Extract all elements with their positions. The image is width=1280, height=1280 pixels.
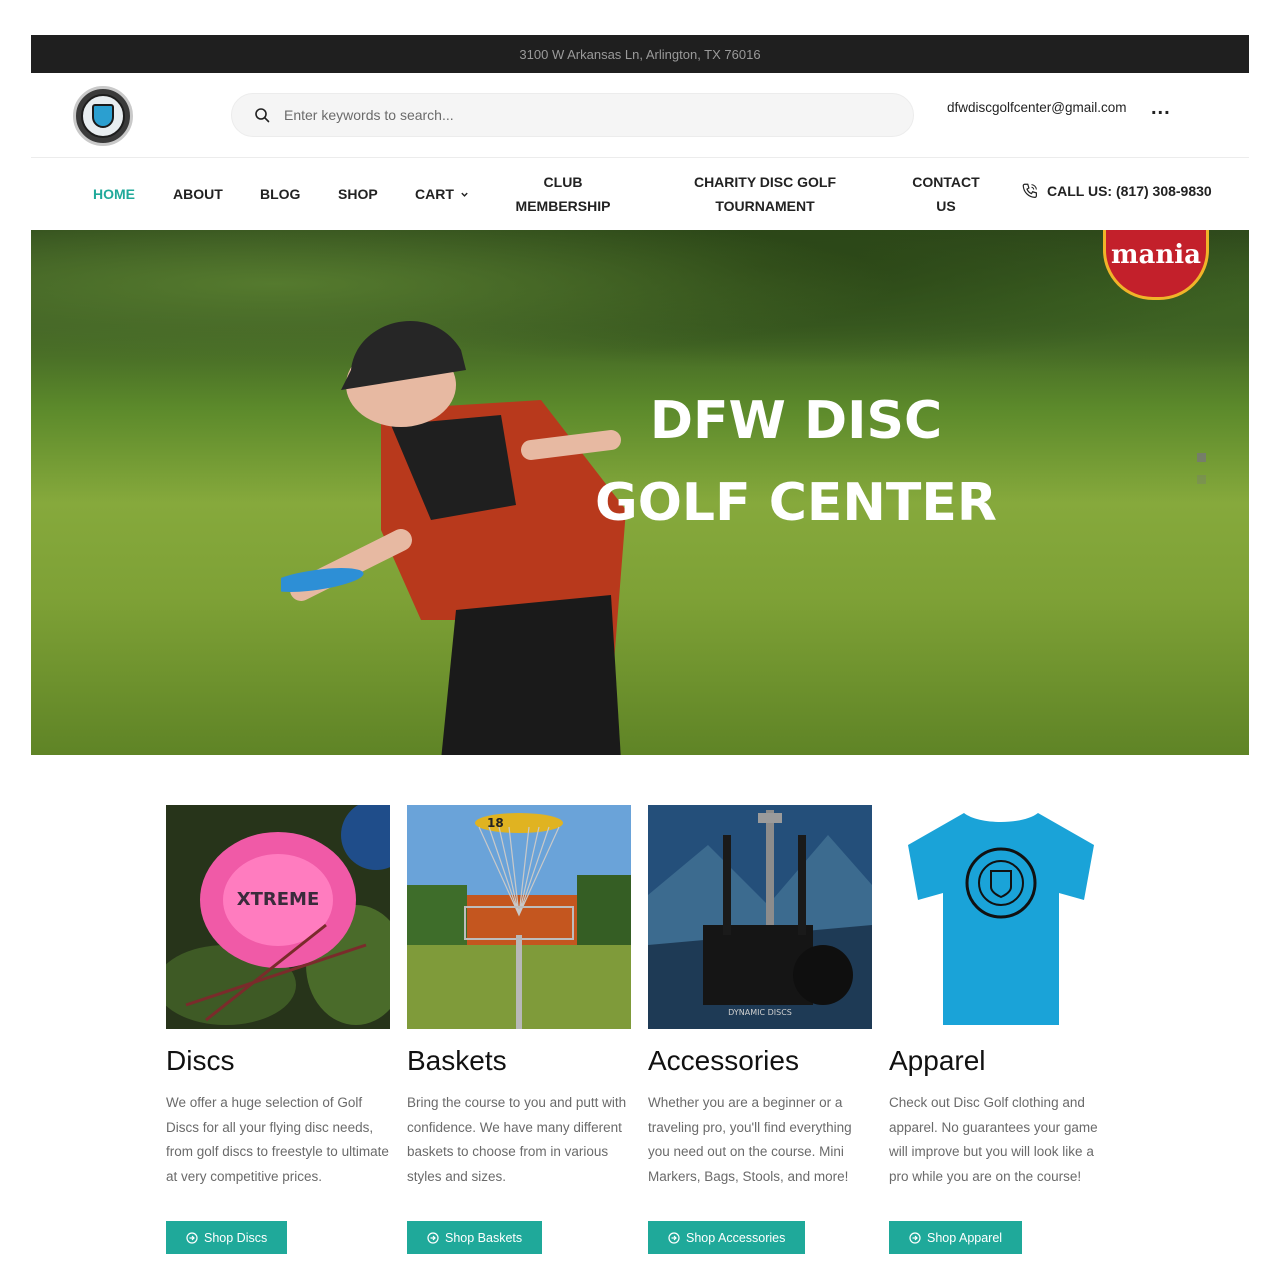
nav-item-shop[interactable]: SHOP — [338, 182, 378, 206]
category-card-baskets: 18 Baskets Bring the course to you and p… — [407, 805, 631, 1254]
hero-title-line-1: DFW DISC — [649, 391, 943, 451]
category-card-apparel: Apparel Check out Disc Golf clothing and… — [889, 805, 1113, 1254]
nav-item-cart-label: CART — [415, 186, 454, 202]
nav-item-home[interactable]: HOME — [93, 182, 135, 206]
shop-accessories-button[interactable]: Shop Accessories — [648, 1221, 806, 1254]
category-card-discs: XTREME Discs We offer a huge selection o… — [166, 805, 390, 1254]
slider-dot-1[interactable] — [1197, 453, 1206, 462]
basket-icon: 18 — [407, 805, 631, 1029]
slider-dot-2[interactable] — [1197, 475, 1206, 484]
badge-text: mania — [1111, 240, 1201, 270]
shop-discs-label: Shop Discs — [204, 1230, 268, 1245]
cart-brand-text: DYNAMIC DISCS — [728, 1008, 792, 1017]
shop-baskets-button[interactable]: Shop Baskets — [407, 1221, 543, 1254]
nav-item-about[interactable]: ABOUT — [173, 182, 223, 206]
phone-icon — [1022, 183, 1037, 198]
hero-title: DFW DISC GOLF CENTER — [591, 380, 1001, 544]
disc-golfer-photo — [281, 321, 626, 755]
apparel-image[interactable] — [889, 805, 1113, 1029]
discs-image[interactable]: XTREME — [166, 805, 390, 1029]
discs-title: Discs — [166, 1045, 235, 1076]
site-header: dfwdiscgolfcenter@gmail.com ... — [31, 73, 1249, 158]
shop-baskets-label: Shop Baskets — [445, 1230, 523, 1245]
hero-slider[interactable]: mania DFW DISC GOLF CENTER — [31, 230, 1249, 755]
nav-item-blog[interactable]: BLOG — [260, 182, 300, 206]
chevron-down-icon — [461, 192, 468, 197]
accessories-title: Accessories — [648, 1045, 799, 1076]
slider-dots — [1197, 453, 1206, 497]
discs-description: We offer a huge selection of Golf Discs … — [166, 1095, 389, 1184]
apparel-description: Check out Disc Golf clothing and apparel… — [889, 1095, 1098, 1184]
shop-accessories-label: Shop Accessories — [686, 1230, 786, 1245]
address-text: 3100 W Arkansas Ln, Arlington, TX 76016 — [519, 46, 761, 62]
logo-ring — [81, 94, 125, 138]
hero-title-line-2: GOLF CENTER — [595, 473, 997, 533]
shop-apparel-button[interactable]: Shop Apparel — [889, 1221, 1023, 1254]
disc-cart-icon: DYNAMIC DISCS — [648, 805, 872, 1029]
baskets-title: Baskets — [407, 1045, 507, 1076]
more-menu-button[interactable]: ... — [1151, 98, 1171, 118]
svg-text:XTREME: XTREME — [237, 889, 320, 910]
accessories-description: Whether you are a beginner or a travelin… — [648, 1095, 852, 1184]
shop-apparel-label: Shop Apparel — [927, 1230, 1003, 1245]
search-icon[interactable] — [254, 107, 270, 123]
arrow-circle-right-icon — [668, 1231, 680, 1244]
category-card-accessories: DYNAMIC DISCS Accessories Whether you ar… — [648, 805, 872, 1254]
main-nav: HOME ABOUT BLOG SHOP CART CLUB MEMBERSHI… — [31, 158, 1249, 230]
logo-shield-icon — [92, 104, 114, 128]
arrow-circle-right-icon — [427, 1231, 439, 1244]
nav-item-contact-us[interactable]: CONTACT US — [907, 170, 985, 218]
baskets-image[interactable]: 18 — [407, 805, 631, 1029]
site-logo[interactable] — [73, 86, 133, 146]
call-us-link[interactable]: CALL US: (817) 308-9830 — [1021, 182, 1212, 200]
baskets-description: Bring the course to you and putt with co… — [407, 1095, 627, 1184]
search-bar[interactable] — [231, 93, 914, 137]
search-input[interactable] — [284, 107, 844, 123]
nav-item-charity-tournament[interactable]: CHARITY DISC GOLF TOURNAMENT — [681, 170, 849, 218]
apparel-title: Apparel — [889, 1045, 986, 1076]
arrow-circle-right-icon — [909, 1231, 921, 1244]
address-bar: 3100 W Arkansas Ln, Arlington, TX 76016 — [31, 35, 1249, 73]
accessories-image[interactable]: DYNAMIC DISCS — [648, 805, 872, 1029]
pink-disc-icon: XTREME — [166, 805, 390, 1029]
contact-email[interactable]: dfwdiscgolfcenter@gmail.com — [947, 100, 1127, 115]
tshirt-icon — [908, 813, 1094, 1025]
nav-item-cart[interactable]: CART — [415, 182, 469, 206]
shop-discs-button[interactable]: Shop Discs — [166, 1221, 288, 1254]
arrow-circle-right-icon — [186, 1231, 198, 1244]
nav-item-club-membership[interactable]: CLUB MEMBERSHIP — [511, 170, 615, 218]
call-us-text: CALL US: (817) 308-9830 — [1047, 183, 1212, 199]
